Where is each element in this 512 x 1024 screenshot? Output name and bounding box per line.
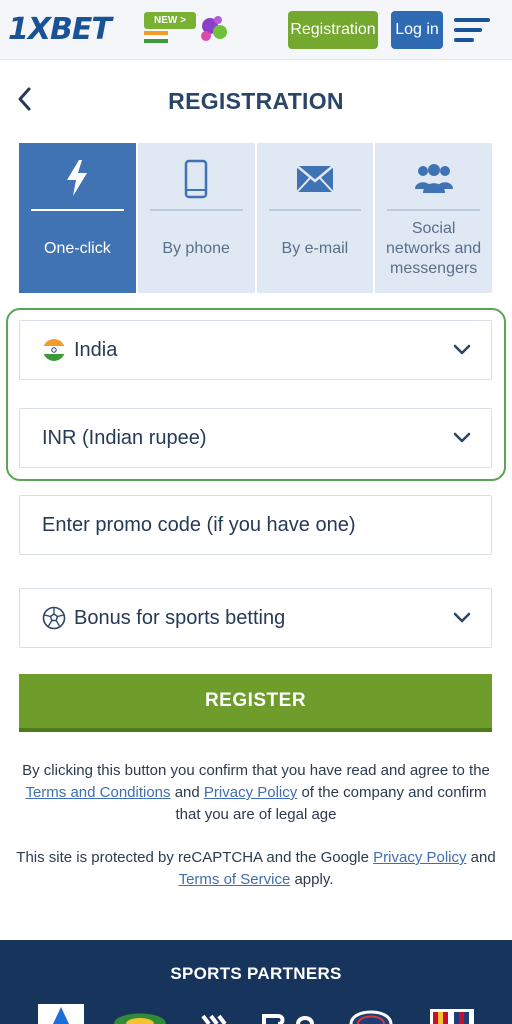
bonus-select[interactable]: Bonus for sports betting bbox=[19, 588, 492, 648]
top-header: 1XBET NEW > Registration Log in bbox=[0, 0, 512, 60]
tab-divider bbox=[31, 209, 124, 211]
tab-label: Social networks and messengers bbox=[386, 220, 482, 277]
tab-one-click[interactable]: One-click bbox=[19, 143, 136, 293]
register-button[interactable]: REGISTER bbox=[19, 674, 492, 732]
login-button[interactable]: Log in bbox=[391, 11, 443, 49]
legal-text: and bbox=[174, 784, 200, 801]
new-badge[interactable]: NEW > bbox=[144, 12, 196, 29]
privacy-policy-link[interactable]: Privacy Policy bbox=[204, 784, 297, 801]
barcelona-crest-icon[interactable] bbox=[424, 1004, 480, 1024]
registration-button[interactable]: Registration bbox=[288, 11, 378, 49]
tab-divider bbox=[268, 209, 362, 211]
terms-notice: By clicking this button you confirm that… bbox=[14, 760, 498, 826]
phone-icon bbox=[184, 159, 208, 199]
legal-text: This site is protected by reCAPTCHA and … bbox=[16, 849, 369, 866]
legal-text: By clicking this button you confirm that… bbox=[22, 762, 490, 779]
holi-decoration-icon bbox=[201, 16, 227, 41]
currency-select[interactable]: INR (Indian rupee) bbox=[19, 408, 492, 468]
registration-method-tabs: One-click By phone By e-mail Social netw… bbox=[19, 143, 492, 293]
recaptcha-notice: This site is protected by reCAPTCHA and … bbox=[14, 847, 498, 891]
sports-partners-title: SPORTS PARTNERS bbox=[170, 964, 342, 983]
chevron-down-icon bbox=[453, 344, 471, 355]
partner-logo-icon[interactable] bbox=[38, 1004, 84, 1024]
soccer-ball-icon bbox=[42, 606, 66, 630]
legal-text: apply. bbox=[294, 871, 334, 888]
page-title: REGISTRATION bbox=[168, 88, 344, 114]
brand-logo[interactable]: 1XBET bbox=[8, 12, 112, 47]
tab-social-networks[interactable]: Social networks and messengers bbox=[375, 143, 492, 293]
partner-logo-icon[interactable] bbox=[200, 1004, 234, 1024]
bonus-value: Bonus for sports betting bbox=[74, 607, 286, 629]
promo-code-field[interactable] bbox=[19, 495, 492, 555]
partner-logo-icon[interactable] bbox=[262, 1004, 328, 1024]
promo-code-input[interactable] bbox=[20, 496, 491, 554]
currency-value: INR (Indian rupee) bbox=[42, 427, 207, 449]
tab-label: One-click bbox=[44, 240, 111, 257]
tab-by-email[interactable]: By e-mail bbox=[256, 143, 374, 293]
psg-crest-icon[interactable] bbox=[348, 1004, 394, 1024]
legal-text: and bbox=[470, 849, 496, 866]
tab-label: By phone bbox=[162, 240, 230, 257]
tab-divider bbox=[387, 209, 480, 211]
lightning-icon bbox=[67, 160, 88, 196]
country-value: India bbox=[74, 339, 118, 361]
hamburger-menu-icon[interactable] bbox=[454, 17, 490, 43]
people-icon bbox=[414, 164, 453, 193]
terms-of-service-link[interactable]: Terms of Service bbox=[179, 871, 291, 888]
chevron-down-icon bbox=[453, 612, 471, 623]
country-select[interactable]: India bbox=[19, 320, 492, 380]
terms-and-conditions-link[interactable]: Terms and Conditions bbox=[25, 784, 170, 801]
google-privacy-policy-link[interactable]: Privacy Policy bbox=[373, 849, 466, 866]
tab-label: By e-mail bbox=[281, 240, 349, 257]
tab-divider bbox=[149, 209, 243, 211]
chevron-down-icon bbox=[453, 432, 471, 443]
india-flag-icon bbox=[144, 31, 168, 43]
envelope-icon bbox=[296, 165, 334, 193]
india-flag-icon bbox=[43, 339, 65, 361]
partner-crest-icon[interactable] bbox=[112, 1004, 168, 1024]
tab-by-phone[interactable]: By phone bbox=[137, 143, 255, 293]
